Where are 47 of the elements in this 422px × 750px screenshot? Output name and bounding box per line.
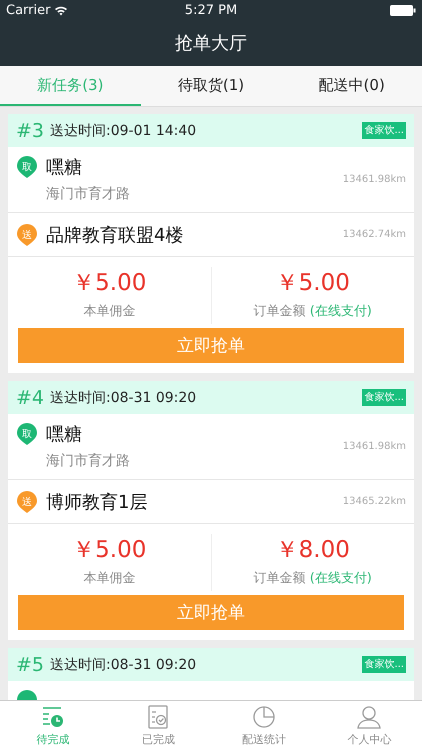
place-name: 博师教育1层 xyxy=(46,490,148,514)
dropoff-marker: 送 xyxy=(16,490,38,514)
distance: 13465.22km xyxy=(342,496,406,507)
order-number: #5 xyxy=(16,654,44,676)
tab[interactable]: 待取货(1) xyxy=(140,66,282,106)
commission-amount: ￥5.00 xyxy=(72,269,146,298)
pie-chart-icon xyxy=(250,704,277,730)
store-tag: 食家饮... xyxy=(362,122,406,139)
address: 海门市育才路 xyxy=(46,452,131,470)
delivery-time: 送达时间:09-01 14:40 xyxy=(50,122,198,140)
store-tag: 食家饮... xyxy=(362,656,406,673)
delivery-time: 送达时间:08-31 09:20 xyxy=(50,388,198,406)
status-time: 5:27 PM xyxy=(184,2,238,18)
dropoff-marker: 送 xyxy=(16,222,38,246)
carrier-label: Carrier xyxy=(6,2,50,18)
tab-bar-item[interactable]: 已完成 xyxy=(106,701,211,750)
tab-bar-item[interactable]: 个人中心 xyxy=(316,701,422,750)
tab[interactable]: 配送中(0) xyxy=(281,66,422,106)
order-amount-label: 订单金额 (在线支付) xyxy=(254,570,372,587)
pickup-marker: 取 xyxy=(16,422,38,446)
grab-order-button[interactable]: 立即抢单 xyxy=(18,328,404,363)
page-title: 抢单大厅 xyxy=(175,32,247,55)
distance: 13461.98km xyxy=(342,441,406,452)
tab[interactable]: 新任务(3) xyxy=(0,66,141,106)
delivery-time: 送达时间:08-31 09:20 xyxy=(50,656,198,674)
grab-order-button[interactable]: 立即抢单 xyxy=(18,595,404,630)
place-name: 嘿糖 xyxy=(46,156,83,179)
distance: 13461.98km xyxy=(342,174,406,185)
commission-amount: ￥5.00 xyxy=(72,536,146,565)
commission-label: 本单佣金 xyxy=(83,303,136,320)
pickup-marker: 取 xyxy=(16,155,38,179)
place-name: 品牌教育联盟4楼 xyxy=(46,224,184,246)
place-name: 嘿糖 xyxy=(46,423,83,446)
order-amount-label: 订单金额 (在线支付) xyxy=(254,303,372,320)
battery-icon xyxy=(390,4,416,16)
order-number: #3 xyxy=(16,120,44,142)
tab-bar-item[interactable]: 待完成 xyxy=(0,701,106,750)
order-amount: ￥5.00 xyxy=(276,269,350,298)
wifi-icon xyxy=(54,4,68,16)
order-amount: ￥8.00 xyxy=(276,536,350,565)
tab-bar-item[interactable]: 配送统计 xyxy=(211,701,316,750)
address: 海门市育才路 xyxy=(46,185,131,203)
store-tag: 食家饮... xyxy=(362,389,406,406)
order-number: #4 xyxy=(16,386,44,408)
commission-label: 本单佣金 xyxy=(83,570,136,587)
person-icon xyxy=(356,704,382,730)
distance: 13462.74km xyxy=(342,229,406,240)
